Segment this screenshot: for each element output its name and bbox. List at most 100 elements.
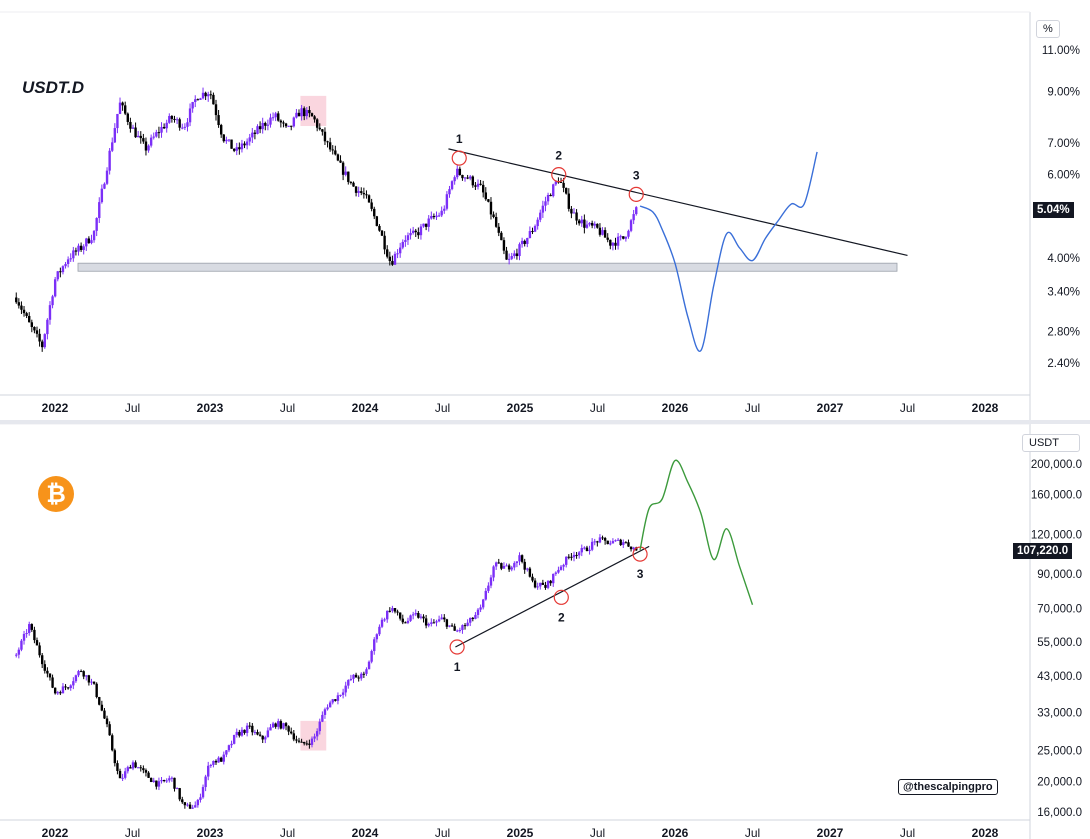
candle-body bbox=[619, 236, 622, 238]
candle-body bbox=[443, 208, 446, 211]
bottom-unit-button[interactable]: USDT bbox=[1022, 434, 1080, 452]
candle-body bbox=[419, 226, 423, 236]
candle-body bbox=[183, 802, 187, 806]
candle-body bbox=[162, 126, 166, 129]
x-tick-label: Jul bbox=[435, 401, 450, 415]
candle-body bbox=[225, 139, 228, 142]
candle-body bbox=[188, 108, 192, 123]
candle-body bbox=[458, 630, 462, 632]
candle-body bbox=[173, 777, 176, 789]
candle-body bbox=[611, 541, 615, 544]
candle-body bbox=[386, 249, 389, 257]
candle-body bbox=[160, 780, 163, 782]
y-tick-label: 160,000.0 bbox=[1031, 490, 1082, 502]
candle-body bbox=[129, 767, 132, 769]
candle-body bbox=[627, 230, 630, 237]
candle-body bbox=[157, 781, 161, 787]
candle-body bbox=[152, 136, 155, 138]
candle-body bbox=[380, 230, 384, 236]
candle-body bbox=[627, 542, 630, 547]
candle-body bbox=[165, 122, 168, 129]
candle-body bbox=[471, 176, 475, 186]
candle-body bbox=[35, 640, 39, 646]
candle-body bbox=[51, 296, 54, 306]
candle-body bbox=[178, 119, 181, 128]
candle-body bbox=[315, 119, 319, 128]
candle-body bbox=[445, 194, 449, 209]
candle-body bbox=[396, 253, 399, 255]
candle-body bbox=[539, 582, 542, 587]
candle-body bbox=[562, 182, 565, 188]
candle-body bbox=[354, 186, 358, 193]
candle-body bbox=[170, 115, 174, 119]
candle-body bbox=[622, 542, 625, 545]
touch-label: 2 bbox=[558, 610, 565, 624]
y-tick-label: 16,000.0 bbox=[1037, 807, 1082, 819]
candle-body bbox=[619, 539, 622, 545]
candle-body bbox=[588, 222, 591, 225]
trendline bbox=[448, 148, 908, 257]
candle-body bbox=[321, 714, 324, 722]
candle-body bbox=[181, 799, 184, 803]
touch-label: 3 bbox=[633, 168, 640, 182]
candle-body bbox=[310, 113, 314, 117]
candle-body bbox=[437, 215, 441, 217]
candle-body bbox=[494, 562, 498, 567]
candle-body bbox=[518, 555, 521, 562]
candle-body bbox=[479, 183, 482, 185]
x-tick-label: 2022 bbox=[42, 826, 69, 839]
candle-body bbox=[323, 709, 327, 715]
candle-body bbox=[466, 622, 469, 626]
candle-body bbox=[596, 223, 599, 228]
candle-body bbox=[248, 137, 251, 142]
candle-body bbox=[266, 124, 270, 126]
candle-body bbox=[240, 729, 244, 736]
btc-chart[interactable]: 200,000.0 160,000.0 120,000.0 90,000.0 70,00… bbox=[0, 424, 1090, 839]
candle-body bbox=[103, 710, 106, 719]
candle-body bbox=[77, 671, 80, 676]
candle-body bbox=[282, 723, 285, 729]
candle-body bbox=[373, 639, 376, 652]
candle-body bbox=[95, 683, 98, 698]
y-tick-label: 20,000.0 bbox=[1037, 776, 1082, 788]
candle-body bbox=[546, 194, 550, 202]
candle-body bbox=[217, 115, 220, 126]
candle-body bbox=[292, 117, 296, 127]
candle-body bbox=[33, 327, 36, 331]
candle-body bbox=[365, 669, 368, 674]
candle-body bbox=[565, 187, 568, 194]
candle-body bbox=[227, 745, 231, 751]
candle-body bbox=[531, 231, 534, 233]
touch-circle bbox=[449, 639, 465, 655]
candle-body bbox=[295, 739, 298, 741]
candle-body bbox=[315, 731, 319, 737]
candle-body bbox=[92, 681, 96, 684]
candle-body bbox=[245, 141, 249, 146]
top-unit-button[interactable]: % bbox=[1036, 20, 1060, 38]
candle-body bbox=[134, 762, 137, 768]
candle-body bbox=[95, 218, 98, 231]
candle-body bbox=[388, 610, 392, 612]
candle-body bbox=[251, 725, 254, 733]
usdt-dominance-svg[interactable]: 11.00% 9.00% 7.00% 6.00% 4.00% 3.40% 2.80% 2.40… bbox=[0, 0, 1090, 420]
candle-body bbox=[113, 128, 117, 143]
candle-body bbox=[411, 614, 415, 616]
candle-body bbox=[453, 626, 456, 631]
candle-body bbox=[396, 611, 399, 613]
candle-body bbox=[170, 777, 174, 779]
candle-body bbox=[614, 540, 617, 542]
btc-svg[interactable]: 200,000.0160,000.0120,000.090,000.070,00… bbox=[0, 424, 1090, 839]
candle-body bbox=[253, 731, 257, 733]
candle-body bbox=[481, 599, 485, 608]
candle-body bbox=[87, 675, 91, 683]
candle-body bbox=[375, 216, 379, 226]
candle-body bbox=[238, 147, 241, 150]
usdt-dominance-chart[interactable]: 11.00% 9.00% 7.00% 6.00% 4.00% 3.40% 2.80% 2.40… bbox=[0, 0, 1090, 420]
candle-body bbox=[334, 699, 337, 701]
candle-body bbox=[269, 117, 272, 125]
candle-body bbox=[46, 319, 49, 335]
y-tick-label: 25,000.0 bbox=[1037, 746, 1082, 758]
candle-body bbox=[437, 619, 441, 622]
candle-body bbox=[362, 673, 366, 675]
candle-body bbox=[583, 219, 586, 228]
